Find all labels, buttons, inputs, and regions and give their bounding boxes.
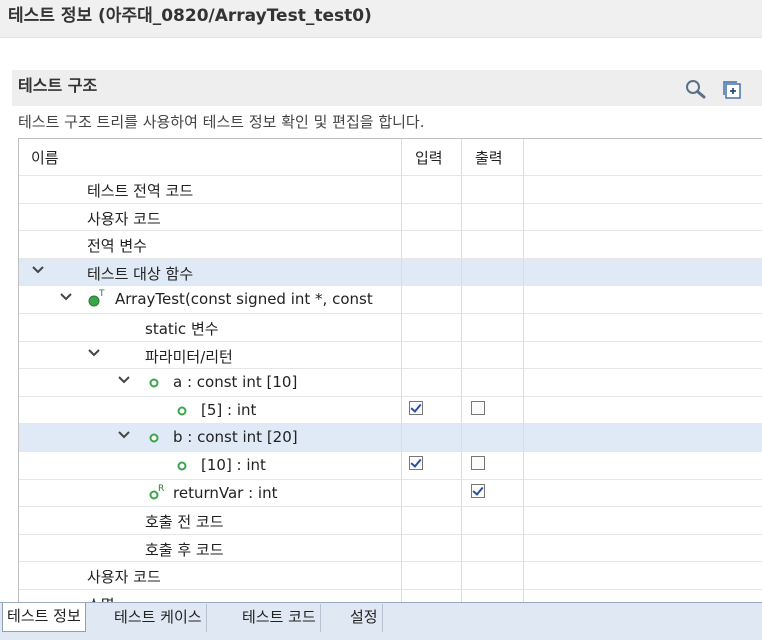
row-label: b : const int [20]	[173, 428, 298, 447]
tree-row-b-element-10[interactable]: [10] : int	[19, 451, 762, 480]
tree-row-user-code-2[interactable]: 사용자 코드	[19, 562, 762, 590]
output-checkbox[interactable]	[471, 483, 485, 498]
return-icon: R	[147, 483, 169, 507]
tab-settings[interactable]: 설정	[346, 604, 383, 632]
input-checkbox[interactable]	[409, 400, 423, 415]
svg-text:R: R	[158, 484, 164, 494]
section-description: 테스트 구조 트리를 사용하여 테스트 정보 확인 및 편집을 합니다.	[18, 113, 425, 131]
row-label: returnVar : int	[173, 483, 278, 502]
tree-row-global-code[interactable]: 테스트 전역 코드	[19, 176, 762, 204]
row-label: [10] : int	[201, 455, 266, 474]
section-title: 테스트 구조	[18, 76, 98, 95]
function-icon: T	[87, 289, 107, 313]
chevron-down-icon[interactable]	[117, 428, 131, 442]
output-checkbox[interactable]	[471, 455, 485, 470]
tab-test-case[interactable]: 테스트 케이스	[110, 604, 207, 632]
variable-icon	[147, 427, 161, 451]
tree-row-post-call-code[interactable]: 호출 후 코드	[19, 534, 762, 563]
tree-row-param-b[interactable]: b : const int [20]	[19, 424, 762, 452]
row-label: ArrayTest(const signed int *, const	[115, 290, 373, 309]
chevron-down-icon[interactable]	[87, 346, 101, 360]
tree-row-target-function[interactable]: 테스트 대상 함수	[19, 258, 762, 287]
row-label: static 변수	[145, 319, 219, 338]
variable-icon	[175, 400, 189, 424]
column-header-name[interactable]: 이름	[31, 147, 59, 168]
variable-icon	[175, 455, 189, 479]
row-label: 테스트 대상 함수	[87, 264, 194, 283]
tree-row-user-code[interactable]: 사용자 코드	[19, 203, 762, 232]
row-label: [5] : int	[201, 400, 257, 419]
tree-row-return-var[interactable]: R returnVar : int	[19, 479, 762, 508]
tree-row-a-element-5[interactable]: [5] : int	[19, 396, 762, 425]
chevron-down-icon[interactable]	[59, 290, 73, 304]
editor-title: 테스트 정보 (아주대_0820/ArrayTest_test0)	[0, 0, 762, 38]
tab-test-code[interactable]: 테스트 코드	[238, 604, 321, 632]
tree-header: 이름 입력 출력	[19, 139, 762, 176]
search-icon[interactable]	[684, 78, 708, 100]
tree-row-function-arraytest[interactable]: T ArrayTest(const signed int *, const	[19, 286, 762, 314]
row-label: a : const int [10]	[173, 373, 298, 392]
editor-tab-bar: 테스트 정보 테스트 케이스 테스트 코드 설정	[0, 602, 762, 640]
expand-all-icon[interactable]	[722, 80, 742, 100]
row-label: 호출 전 코드	[145, 513, 224, 532]
tree-row-static-variables[interactable]: static 변수	[19, 313, 762, 342]
output-checkbox[interactable]	[471, 400, 485, 415]
tree-row-parameters-return[interactable]: 파라미터/리턴	[19, 341, 762, 370]
row-label: 파라미터/리턴	[145, 347, 233, 366]
tab-test-info[interactable]: 테스트 정보	[2, 603, 86, 632]
chevron-down-icon[interactable]	[31, 263, 45, 277]
row-label: 사용자 코드	[87, 209, 161, 228]
test-structure-tree[interactable]: 이름 입력 출력 테스트 전역 코드 사용자 코드 전역 변수 테스트 대상 함…	[18, 138, 762, 603]
tree-row-param-a[interactable]: a : const int [10]	[19, 369, 762, 397]
row-label: 테스트 전역 코드	[87, 182, 194, 200]
row-label: 사용자 코드	[87, 568, 161, 587]
chevron-down-icon[interactable]	[117, 373, 131, 387]
column-header-input[interactable]: 입력	[415, 147, 443, 168]
svg-text:T: T	[98, 289, 105, 299]
column-header-output[interactable]: 출력	[475, 147, 503, 168]
variable-icon	[147, 372, 161, 396]
section-header: 테스트 구조	[12, 70, 762, 106]
row-label: 호출 후 코드	[145, 540, 224, 559]
tree-row-pre-call-code[interactable]: 호출 전 코드	[19, 507, 762, 535]
tree-row-global-variables[interactable]: 전역 변수	[19, 231, 762, 259]
input-checkbox[interactable]	[409, 455, 423, 470]
row-label: 전역 변수	[87, 237, 147, 256]
